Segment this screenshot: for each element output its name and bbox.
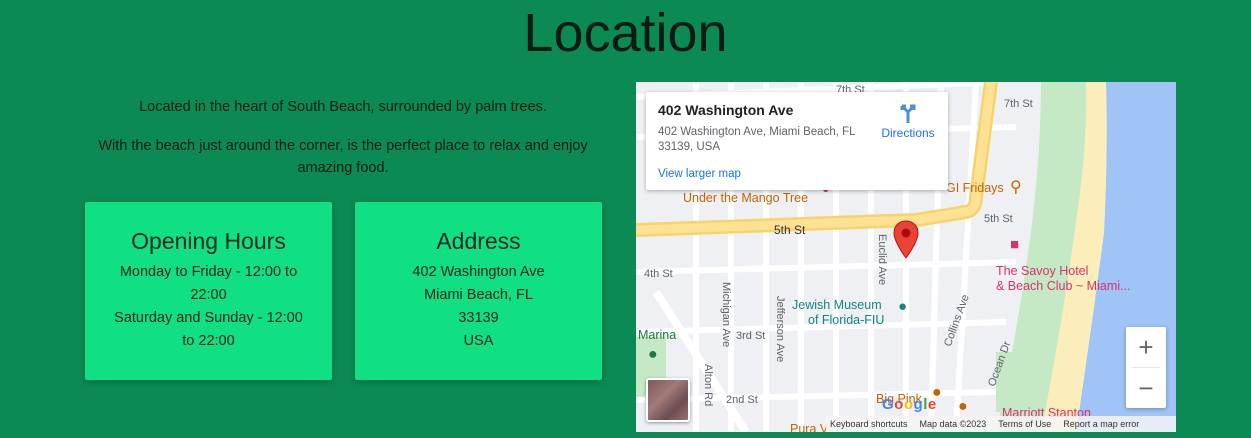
info-place-name: 402 Washington Ave (658, 102, 794, 118)
location-pin-icon[interactable] (893, 220, 919, 260)
street-alton: Alton Rd (702, 364, 714, 407)
map-footer: Keyboard shortcuts Map data ©2023 Terms … (826, 416, 1176, 432)
address-line: Miami Beach, FL (424, 287, 533, 303)
address-line: 33139 (458, 310, 499, 326)
google-logo: Google (882, 396, 937, 413)
directions-button[interactable]: Directions (878, 102, 938, 140)
terms-link[interactable]: Terms of Use (998, 419, 1051, 429)
street-jefferson: Jefferson Ave (774, 296, 786, 363)
street-michigan: Michigan Ave (720, 282, 732, 348)
report-error-link[interactable]: Report a map error (1063, 419, 1139, 429)
address-card: Address 402 Washington Ave Miami Beach, … (355, 202, 602, 380)
google-map[interactable]: 5th St 5th St 7th St 7th St 4th St 3rd S… (636, 82, 1176, 432)
street-5th-right: 5th St (984, 213, 1013, 225)
address-title: Address (436, 228, 521, 254)
hours-line: Monday to Friday - 12:00 to (119, 264, 298, 280)
restaurant-icon-2: ● (958, 398, 968, 415)
poi-mango-tree[interactable]: Under the Mango Tree (683, 191, 808, 205)
poi-fridays[interactable]: GI Fridays (946, 181, 1004, 195)
hours-line: Saturday and Sunday - 12:00 (114, 310, 303, 326)
street-4th: 4th St (644, 268, 673, 280)
page-title: Location (523, 3, 728, 63)
opening-hours-card: Opening Hours Monday to Friday - 12:00 t… (85, 202, 332, 380)
opening-hours-title: Opening Hours (131, 228, 286, 254)
hours-line: to 22:00 (182, 333, 235, 349)
street-7th-right: 7th St (1004, 98, 1033, 110)
keyboard-shortcuts-link[interactable]: Keyboard shortcuts (830, 419, 908, 429)
info-place-address: 402 Washington Ave, Miami Beach, FL 3313… (658, 126, 856, 153)
museum-icon: ● (898, 298, 908, 315)
directions-icon (900, 104, 916, 123)
view-larger-map-link[interactable]: View larger map (658, 168, 741, 180)
poi-jewish-museum-2[interactable]: of Florida-FIU (808, 313, 884, 327)
poi-jewish-museum-1[interactable]: Jewish Museum (792, 298, 882, 312)
intro-text-2: With the beach just around the corner, i… (98, 138, 588, 176)
directions-label: Directions (881, 126, 935, 140)
zoom-control: + − (1126, 327, 1166, 408)
zoom-in-button[interactable]: + (1126, 327, 1166, 367)
street-euclid: Euclid Ave (876, 234, 888, 286)
poi-savoy-1[interactable]: The Savoy Hotel (996, 264, 1088, 278)
hotel-icon: ■ (1010, 236, 1020, 253)
address-line: USA (463, 333, 494, 349)
zoom-out-button[interactable]: − (1126, 368, 1166, 408)
poi-savoy-2[interactable]: & Beach Club ~ Miami... (996, 279, 1130, 293)
street-5th: 5th St (774, 223, 806, 237)
hours-line: 22:00 (190, 287, 227, 303)
street-2nd: 2nd St (726, 394, 758, 406)
map-data-text: Map data ©2023 (919, 419, 987, 429)
map-info-card: 402 Washington Ave 402 Washington Ave, M… (646, 92, 948, 190)
marina-icon: ● (648, 346, 658, 363)
intro-text-1: Located in the heart of South Beach, sur… (139, 99, 547, 115)
street-3rd: 3rd St (736, 330, 766, 342)
map-type-thumbnail[interactable] (646, 378, 690, 422)
poi-marina[interactable]: Marina (638, 328, 676, 342)
address-line: 402 Washington Ave (412, 264, 545, 280)
poi-pura[interactable]: Pura V (790, 422, 828, 432)
fork-knife-icon: ⚲ (1010, 179, 1022, 196)
